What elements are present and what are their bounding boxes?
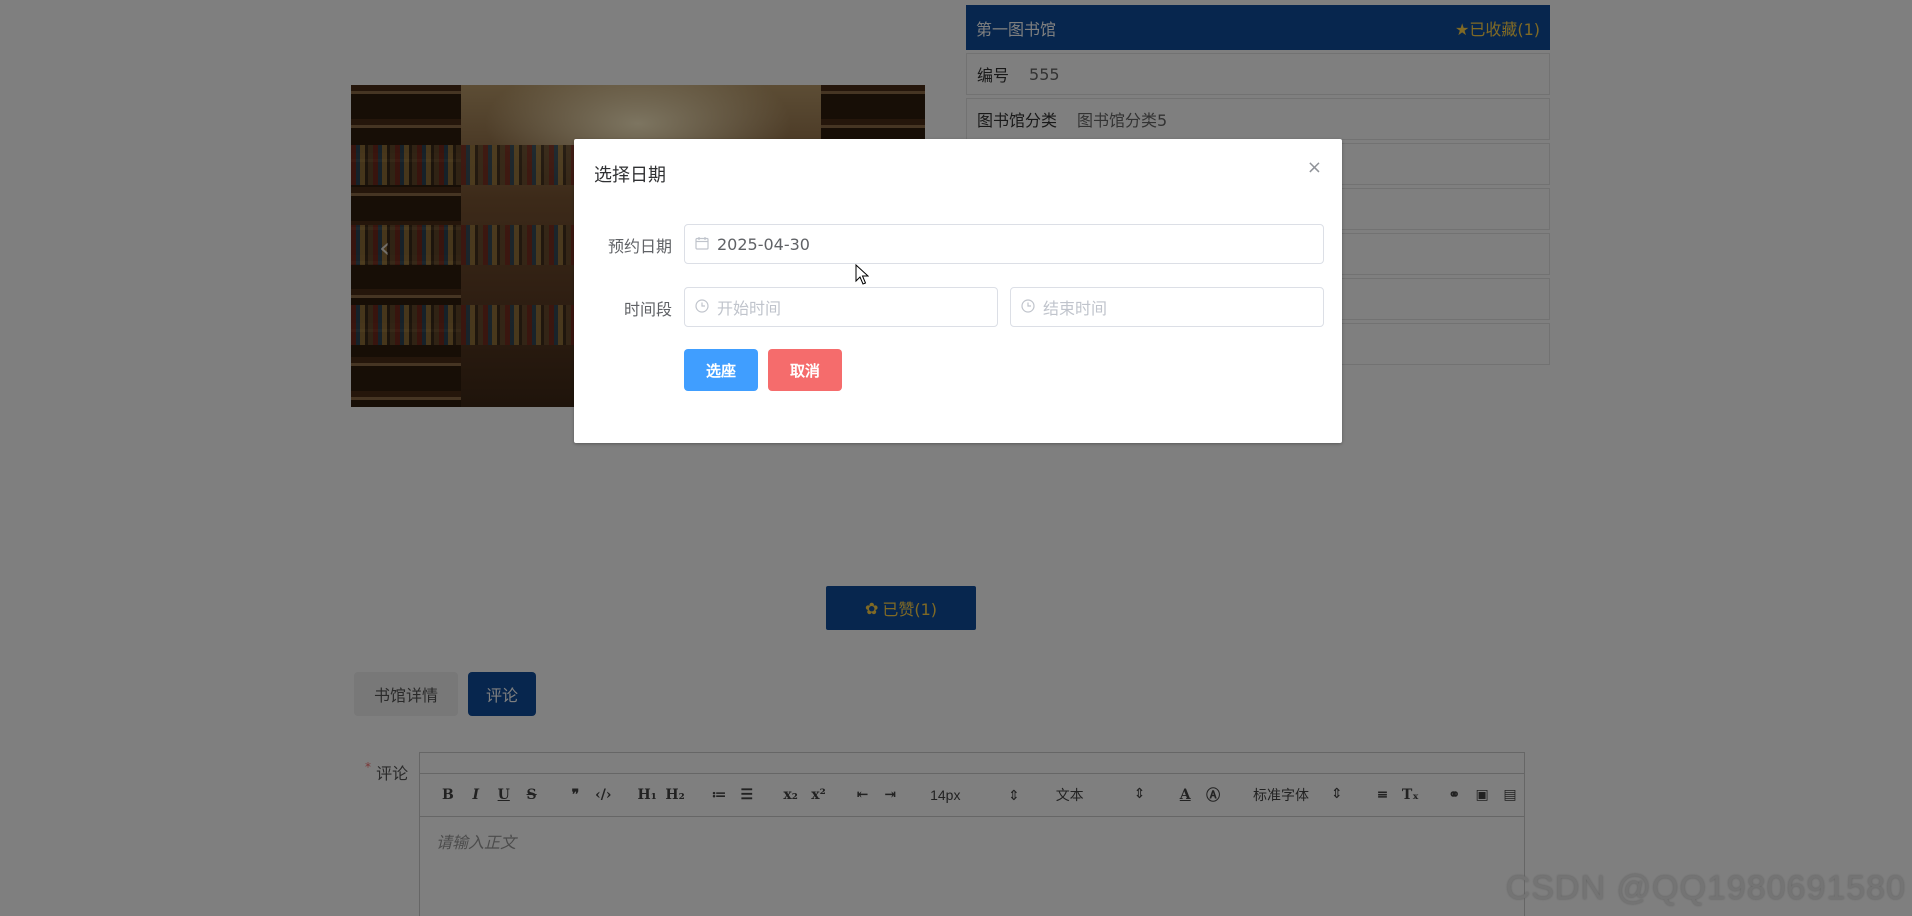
calendar-icon [695,236,711,252]
date-value: 2025-04-30 [717,234,810,254]
modal-overlay[interactable] [0,0,1912,916]
time-slot-label: 时间段 [623,300,672,319]
end-time-placeholder: 结束时间 [1043,299,1108,318]
start-time-input[interactable]: 开始时间 [684,287,998,327]
select-seat-button[interactable]: 选座 [684,349,758,391]
mouse-cursor-icon [855,263,870,290]
date-label: 预约日期 [607,237,672,256]
end-time-input[interactable]: 结束时间 [1010,287,1324,327]
clock-icon [695,299,711,315]
dialog-title: 选择日期 [594,165,666,186]
close-icon[interactable]: × [1307,157,1322,178]
start-time-placeholder: 开始时间 [717,299,782,318]
select-date-dialog: 选择日期 × 预约日期 2025-04-30 时间段 开始时间 结束时间 选座 … [574,139,1342,443]
clock-icon [1021,299,1037,315]
reservation-date-input[interactable]: 2025-04-30 [684,224,1324,264]
cancel-button[interactable]: 取消 [768,349,842,391]
